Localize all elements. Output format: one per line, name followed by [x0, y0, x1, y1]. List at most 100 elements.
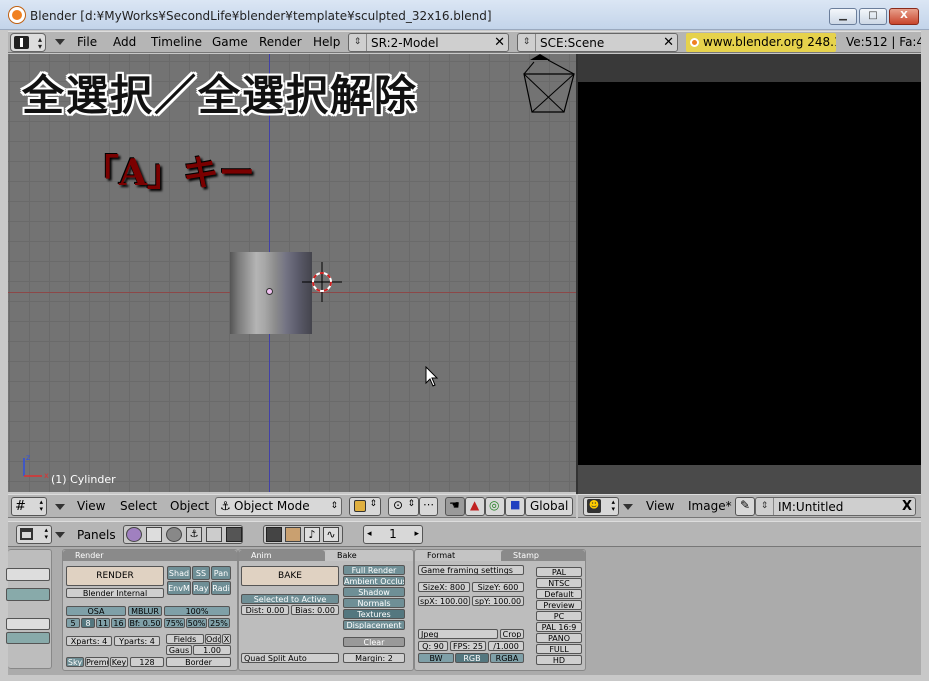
blender-url-link[interactable]: www.blender.org 248.1	[686, 33, 836, 52]
collapse-triangle-icon[interactable]	[623, 504, 633, 510]
world-icon[interactable]: ∿	[323, 527, 339, 542]
delete-screen-icon[interactable]: ✕	[494, 35, 505, 51]
menu-add[interactable]: Add	[113, 32, 136, 53]
window-type-button[interactable]: ▴ ▾	[16, 525, 52, 544]
sound-icon[interactable]: ♪	[304, 527, 320, 542]
selected-to-active-toggle[interactable]: Selected to Active	[241, 594, 339, 604]
quality-field[interactable]: Q: 90	[418, 641, 448, 651]
border-toggle[interactable]: Border	[166, 657, 231, 667]
rgba-toggle[interactable]: RGBA	[490, 653, 524, 663]
render-engine-selector[interactable]: Blender Internal	[66, 588, 164, 598]
fps-base-field[interactable]: /1.000	[488, 641, 524, 651]
osa-11-button[interactable]: 11	[96, 618, 110, 628]
percent-75-button[interactable]: 75%	[164, 618, 185, 628]
anim-tab[interactable]: Anim	[239, 550, 325, 561]
bake-button[interactable]: BAKE	[241, 566, 339, 586]
minimize-button[interactable]: ▁	[829, 8, 857, 25]
shadow-toggle[interactable]: Shad	[167, 566, 191, 580]
percent-25-button[interactable]: 25%	[208, 618, 230, 628]
menu-select[interactable]: Select	[120, 499, 157, 513]
menu-image[interactable]: Image*	[688, 499, 732, 513]
displacement-toggle[interactable]: Displacement	[343, 620, 405, 630]
clear-toggle[interactable]: Clear	[343, 637, 405, 647]
pano-toggle[interactable]: Pan	[211, 566, 231, 580]
normals-toggle[interactable]: Normals	[343, 598, 405, 608]
file-format-selector[interactable]: Jpeg	[418, 629, 498, 639]
premul-toggle[interactable]: Premu	[85, 657, 109, 667]
collapse-triangle-icon[interactable]	[55, 532, 65, 538]
window-type-button[interactable]: ☻ ▴ ▾	[583, 497, 619, 516]
full-render-toggle[interactable]: Full Render	[343, 565, 405, 575]
menu-view[interactable]: View	[77, 499, 105, 513]
bw-toggle[interactable]: BW	[418, 653, 454, 663]
osa-toggle[interactable]: OSA	[66, 606, 126, 616]
sky-toggle[interactable]: Sky	[66, 657, 84, 667]
radiosity-toggle[interactable]: Radi	[211, 581, 231, 595]
raytrace-toggle[interactable]: Ray	[192, 581, 210, 595]
menu-help[interactable]: Help	[313, 32, 340, 53]
xparts-field[interactable]: Xparts: 4	[66, 636, 112, 646]
preset-full[interactable]: FULL	[536, 644, 582, 654]
osa-8-button[interactable]: 8	[81, 618, 95, 628]
translate-manipulator-button[interactable]: ▲	[465, 497, 485, 516]
mblur-toggle[interactable]: MBLUR	[128, 606, 162, 616]
shading-icon[interactable]	[166, 527, 182, 542]
output-path-field[interactable]	[6, 568, 50, 581]
percent-50-button[interactable]: 50%	[186, 618, 207, 628]
anim-icon[interactable]	[285, 527, 301, 542]
window-type-button[interactable]: ▴ ▾	[10, 33, 46, 52]
object-icon[interactable]: ⚓	[186, 527, 202, 542]
render-button[interactable]: RENDER	[66, 566, 164, 586]
resolution-selector[interactable]: 128	[130, 657, 164, 667]
preset-hd[interactable]: HD	[536, 655, 582, 665]
aspx-field[interactable]: spX: 100.00	[418, 596, 470, 606]
aspy-field[interactable]: spY: 100.00	[472, 596, 524, 606]
image-editor-area[interactable]	[578, 54, 921, 465]
format-tab[interactable]: Format	[415, 550, 501, 561]
image-selector[interactable]: ⇕ IM:Untitled X	[755, 497, 916, 516]
osa-16-button[interactable]: 16	[111, 618, 126, 628]
output-field[interactable]	[6, 618, 50, 630]
filter-size-field[interactable]: 1.00	[193, 645, 231, 655]
preset-pal169[interactable]: PAL 16:9	[536, 622, 582, 632]
pivot-button[interactable]: ⊙ ⇕	[388, 497, 419, 516]
unlink-image-icon[interactable]: X	[902, 499, 912, 515]
editing-icon[interactable]	[206, 527, 222, 542]
blur-factor-field[interactable]: Bf: 0.50	[128, 618, 162, 628]
mode-selector[interactable]: ⚓ Object Mode ⇕	[215, 497, 342, 516]
menu-file[interactable]: File	[77, 32, 97, 53]
sss-toggle[interactable]: SS	[192, 566, 210, 580]
game-framing-button[interactable]: Game framing settings	[418, 565, 524, 575]
screen-selector[interactable]: ⇕ SR:2-Model ✕	[348, 33, 509, 52]
output-field[interactable]	[6, 588, 50, 601]
pin-button[interactable]: ✎	[735, 497, 755, 516]
render-icon[interactable]	[266, 527, 282, 542]
shadow-bake-toggle[interactable]: Shadow	[343, 587, 405, 597]
margin-field[interactable]: Margin: 2	[343, 653, 405, 663]
preset-preview[interactable]: Preview	[536, 600, 582, 610]
bias-field[interactable]: Bias: 0.00	[291, 605, 339, 615]
script-icon[interactable]	[146, 527, 162, 542]
preset-default[interactable]: Default	[536, 589, 582, 599]
increment-arrow-icon[interactable]: ▸	[414, 526, 419, 543]
stamp-tab[interactable]: Stamp	[501, 550, 585, 561]
rgb-toggle[interactable]: RGB	[455, 653, 489, 663]
draw-type-button[interactable]: ⇕	[349, 497, 381, 516]
menu-object[interactable]: Object	[170, 499, 209, 513]
preset-pc[interactable]: PC	[536, 611, 582, 621]
x-toggle[interactable]: X	[222, 634, 231, 644]
menu-timeline[interactable]: Timeline	[151, 32, 202, 53]
percent-100-button[interactable]: 100%	[164, 606, 230, 616]
maximize-button[interactable]: □	[859, 8, 887, 25]
collapse-triangle-icon[interactable]	[55, 504, 65, 510]
camera-object-icon[interactable]	[520, 54, 576, 116]
scene-selector[interactable]: ⇕ SCE:Scene ✕	[517, 33, 678, 52]
crop-toggle[interactable]: Crop	[500, 629, 524, 639]
osa-5-button[interactable]: 5	[66, 618, 80, 628]
menu-view[interactable]: View	[646, 499, 674, 513]
scale-manipulator-button[interactable]: ■	[505, 497, 525, 516]
transform-orientation-selector[interactable]: Global	[525, 497, 573, 516]
sizex-field[interactable]: SizeX: 800	[418, 582, 470, 592]
odd-toggle[interactable]: Odd	[205, 634, 221, 644]
transform-manipulator-toggle[interactable]: ☚	[445, 497, 465, 516]
